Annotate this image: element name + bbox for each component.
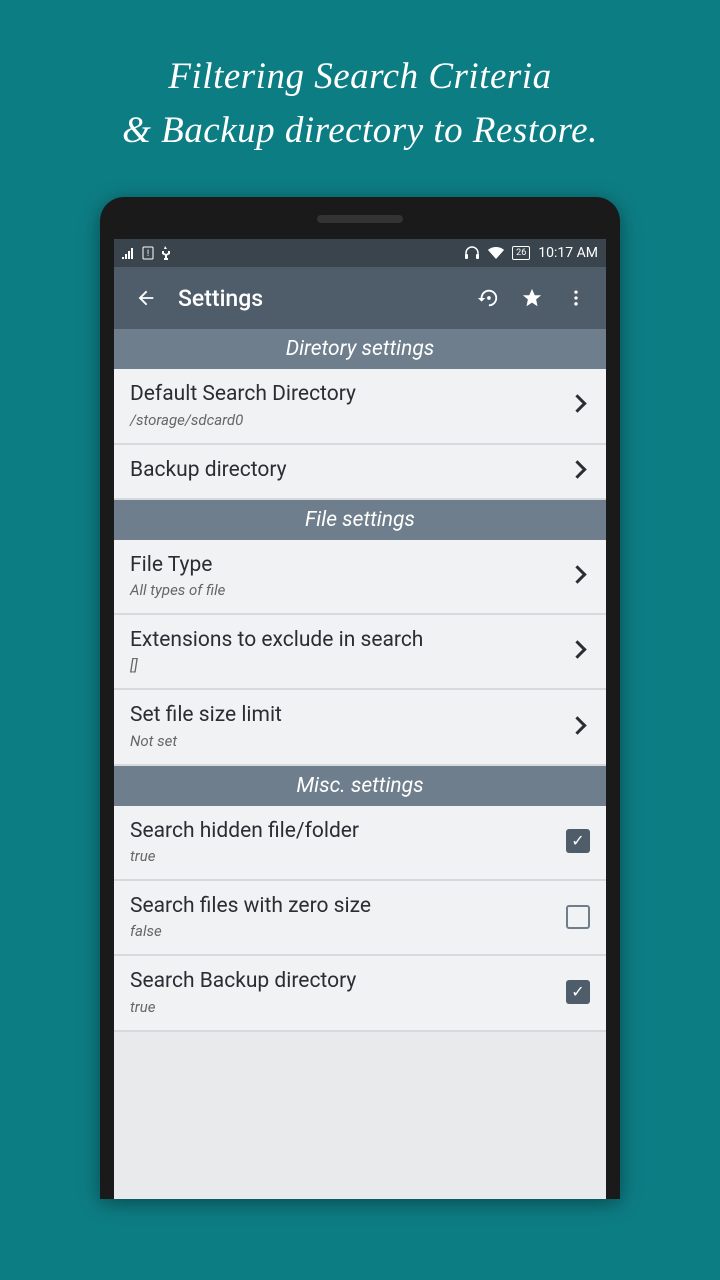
- setting-title: Backup directory: [130, 457, 571, 484]
- setting-title: Default Search Directory: [130, 381, 571, 408]
- checkbox-unchecked[interactable]: [566, 905, 590, 929]
- chevron-right-icon: [571, 395, 590, 414]
- setting-sub: Not set: [130, 732, 571, 750]
- phone-frame: ! 26 10:17 AM Settings: [100, 197, 620, 1199]
- setting-sub: true: [130, 847, 566, 865]
- battery-indicator: 26: [512, 246, 530, 260]
- phone-speaker: [317, 215, 403, 223]
- back-button[interactable]: [126, 278, 166, 318]
- section-header-file: File settings: [114, 500, 606, 540]
- section-header-misc: Misc. settings: [114, 766, 606, 806]
- chevron-right-icon: [571, 461, 590, 480]
- setting-sub: false: [130, 922, 566, 940]
- setting-sub: true: [130, 998, 566, 1016]
- setting-title: Search hidden file/folder: [130, 818, 566, 845]
- setting-default-search-directory[interactable]: Default Search Directory /storage/sdcard…: [114, 369, 606, 444]
- setting-title: Extensions to exclude in search: [130, 627, 571, 654]
- promo-text: Filtering Search Criteria & Backup direc…: [0, 0, 720, 197]
- status-bar: ! 26 10:17 AM: [114, 239, 606, 267]
- check-icon: ✓: [571, 833, 584, 849]
- setting-title: File Type: [130, 552, 571, 579]
- wifi-icon: [488, 247, 504, 259]
- setting-title: Search Backup directory: [130, 968, 566, 995]
- usb-icon: [160, 246, 170, 260]
- setting-file-type[interactable]: File Type All types of file: [114, 540, 606, 615]
- setting-sub: /storage/sdcard0: [130, 411, 571, 429]
- setting-extensions-exclude[interactable]: Extensions to exclude in search []: [114, 615, 606, 690]
- status-time: 10:17 AM: [538, 245, 598, 261]
- star-icon: [521, 287, 543, 309]
- arrow-back-icon: [135, 287, 157, 309]
- signal-icon: [122, 247, 136, 259]
- restore-icon: [477, 287, 499, 309]
- overflow-button[interactable]: [554, 276, 598, 320]
- setting-title: Search files with zero size: [130, 893, 566, 920]
- setting-sub: []: [130, 656, 571, 674]
- chevron-right-icon: [571, 717, 590, 736]
- setting-search-hidden[interactable]: Search hidden file/folder true ✓: [114, 806, 606, 881]
- phone-screen: ! 26 10:17 AM Settings: [114, 239, 606, 1199]
- setting-backup-directory[interactable]: Backup directory: [114, 445, 606, 500]
- svg-text:!: !: [147, 249, 149, 259]
- chevron-right-icon: [571, 566, 590, 585]
- app-bar-title: Settings: [178, 285, 466, 312]
- check-icon: ✓: [571, 984, 584, 1000]
- headset-icon: [464, 246, 480, 260]
- promo-line1: Filtering Search Criteria: [20, 50, 700, 104]
- setting-search-backup-dir[interactable]: Search Backup directory true ✓: [114, 956, 606, 1031]
- sim-alert-icon: !: [142, 246, 154, 260]
- setting-sub: All types of file: [130, 581, 571, 599]
- restore-button[interactable]: [466, 276, 510, 320]
- status-right: 26 10:17 AM: [464, 245, 598, 261]
- section-header-directory: Diretory settings: [114, 329, 606, 369]
- setting-file-size-limit[interactable]: Set file size limit Not set: [114, 690, 606, 765]
- promo-line2: & Backup directory to Restore.: [20, 104, 700, 158]
- more-vert-icon: [566, 288, 586, 308]
- status-left: !: [122, 246, 170, 260]
- checkbox-checked[interactable]: ✓: [566, 829, 590, 853]
- setting-title: Set file size limit: [130, 702, 571, 729]
- favorite-button[interactable]: [510, 276, 554, 320]
- chevron-right-icon: [571, 641, 590, 660]
- checkbox-checked[interactable]: ✓: [566, 980, 590, 1004]
- app-bar: Settings: [114, 267, 606, 329]
- setting-search-zero-size[interactable]: Search files with zero size false: [114, 881, 606, 956]
